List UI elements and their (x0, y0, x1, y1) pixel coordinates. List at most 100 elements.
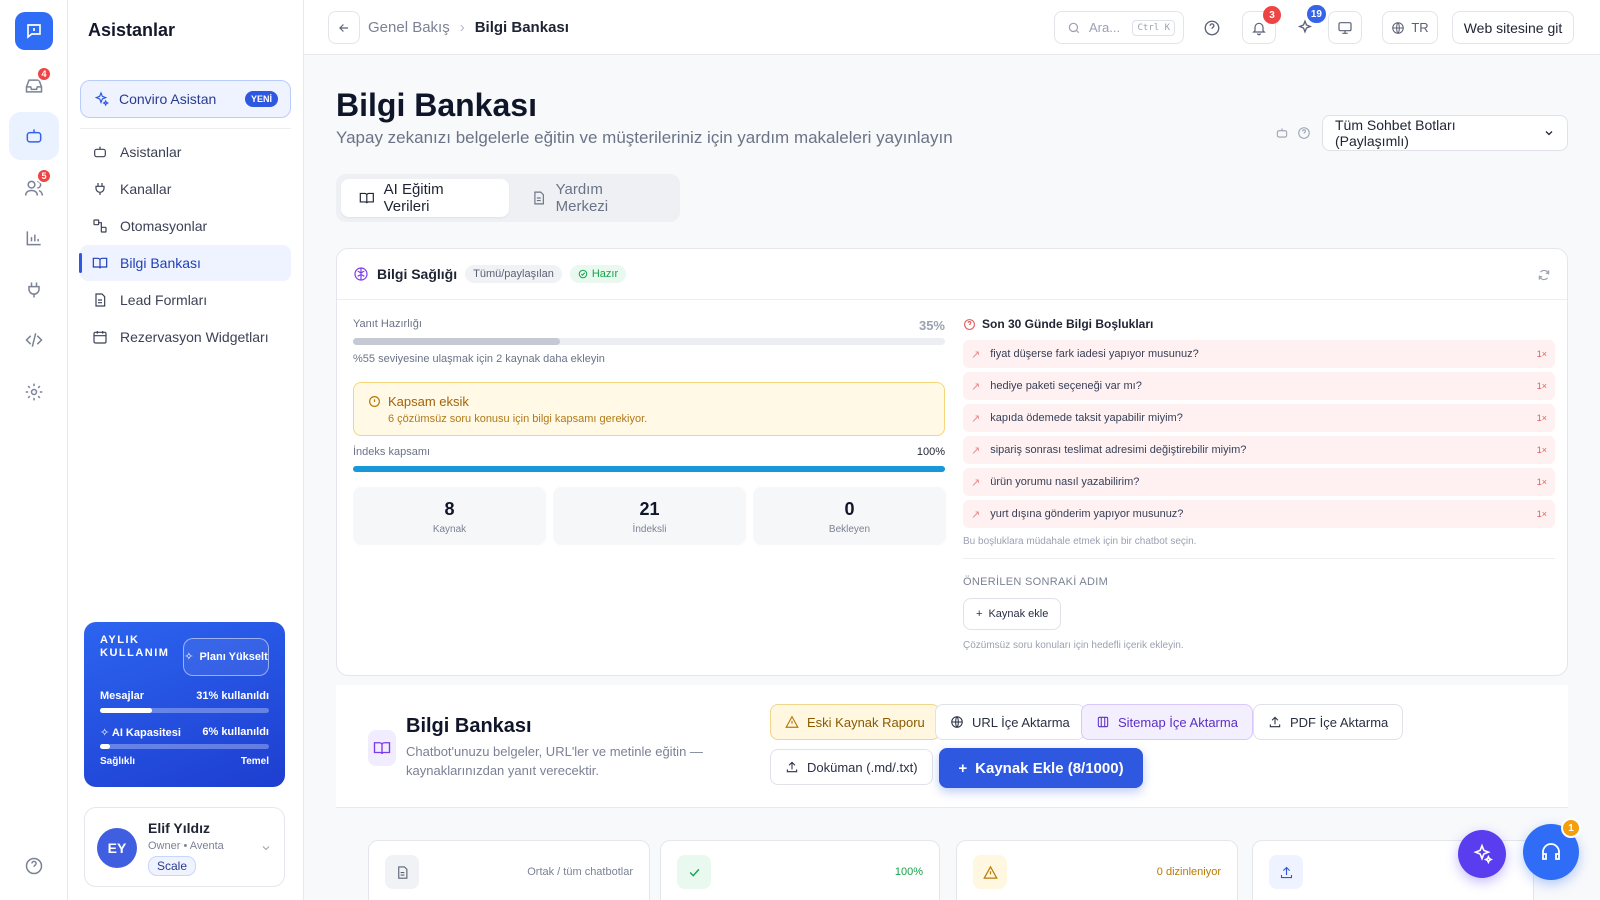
rail-contacts[interactable]: 5 (14, 168, 54, 208)
preview-button[interactable] (1328, 11, 1362, 44)
messages-label: Mesajlar (100, 690, 145, 702)
rail-assistants[interactable] (9, 112, 59, 160)
messages-progress (100, 708, 269, 713)
add-source-label: Kaynak ekle (988, 608, 1049, 620)
sitemap-import-button[interactable]: Sitemap İçe Aktarma (1081, 704, 1253, 740)
sidebar-item-assistants[interactable]: Asistanlar (80, 134, 291, 170)
tab-label: AI Eğitim Verileri (383, 181, 444, 215)
app-logo[interactable] (15, 12, 53, 50)
contacts-badge: 5 (36, 168, 52, 184)
rail-analytics[interactable] (14, 218, 54, 258)
index-label: İndeks kapsamı (353, 446, 431, 458)
gap-item[interactable]: ↗ ürün yorumu nasıl yazabilirim? 1× (963, 468, 1555, 496)
search-placeholder: Ara... (1089, 20, 1121, 35)
ai-assistant-fab[interactable] (1458, 830, 1506, 878)
health-label: Sağlıklı (100, 756, 136, 767)
upload-icon (1280, 866, 1292, 878)
stat-value: 8 (444, 499, 455, 519)
icon-rail: 4 5 (0, 0, 68, 900)
page-subtitle: Yapay zekanızı belgelerle eğitin ve müşt… (336, 128, 953, 147)
gap-item[interactable]: ↗ yurt dışına gönderim yapıyor musunuz? 1× (963, 500, 1555, 528)
help-circle-icon (964, 318, 975, 330)
health-card-header: Bilgi Sağlığı Tümü/paylaşılan Hazır (337, 249, 1567, 300)
chatbot-select[interactable]: Tüm Sohbet Botları (Paylaşımlı) (1322, 115, 1568, 151)
kb-title: Bilgi Bankası (406, 715, 532, 737)
button-label: Doküman (.md/.txt) (807, 759, 918, 775)
user-profile-card[interactable]: EY Elif Yıldız Owner • Aventa Scale (84, 807, 285, 887)
trend-up-icon: ↗ (971, 476, 981, 489)
kb-icon-box (368, 730, 396, 766)
help-button[interactable] (1196, 11, 1228, 44)
stat-label: İndeksli (632, 524, 667, 535)
upload-icon (786, 761, 798, 773)
sidebar-item-lead-forms[interactable]: Lead Formları (80, 282, 291, 318)
pdf-import-button[interactable]: PDF İçe Aktarma (1253, 704, 1404, 740)
sidebar-item-automations[interactable]: Otomasyonlar (80, 208, 291, 244)
gap-item[interactable]: ↗ hediye paketi seçeneği var mı? 1× (963, 372, 1555, 400)
rail-help[interactable] (14, 846, 54, 886)
stat-label: Kaynak (432, 524, 467, 535)
warning-triangle-icon (982, 865, 998, 879)
rail-inbox[interactable]: 4 (14, 66, 54, 106)
readiness-progress-fill (353, 338, 561, 345)
sidebar-item-booking-widgets[interactable]: Rezervasyon Widgetları (80, 319, 291, 355)
upgrade-plan-button[interactable]: ✧ Planı Yükselt (183, 638, 269, 676)
arrow-left-icon (339, 23, 349, 32)
check-icon (689, 868, 699, 877)
breadcrumb-current: Bilgi Bankası (474, 19, 569, 36)
sparkles-icon (94, 91, 109, 107)
rail-integrations[interactable] (14, 270, 54, 310)
sparkle-icon: ✧ (184, 650, 194, 663)
brain-icon (354, 267, 368, 281)
back-button[interactable] (328, 11, 360, 44)
button-label: URL İçe Aktarma (972, 714, 1070, 730)
conviro-assistant-button[interactable]: Conviro Asistan YENİ (80, 80, 291, 118)
messages-progress-fill (100, 708, 153, 713)
button-label: PDF İçe Aktarma (1290, 714, 1389, 730)
gap-text: fiyat düşerse fark iadesi yapıyor musunu… (990, 348, 1199, 360)
add-source-primary-button[interactable]: + Kaynak Ekle (8/1000) (939, 748, 1143, 788)
rail-settings[interactable] (14, 372, 54, 412)
gap-item[interactable]: ↗ sipariş sonrası teslimat adresimi değiş… (963, 436, 1555, 464)
warning-text: 6 çözümsüz soru konusu için bilgi kapsam… (388, 413, 648, 425)
rail-developer[interactable] (14, 320, 54, 360)
gaps-hint: Bu boşluklara müdahale etmek için bir ch… (963, 536, 1197, 547)
ai-progress-fill (100, 744, 111, 749)
tab-ai-training[interactable]: AI Eğitim Verileri (341, 179, 509, 217)
readiness-progress (353, 338, 945, 345)
gap-item[interactable]: ↗ fiyat düşerse fark iadesi yapıyor musun… (963, 340, 1555, 368)
website-button[interactable]: Web sitesine git (1452, 11, 1574, 44)
document-upload-button[interactable]: Doküman (.md/.txt) (770, 749, 933, 785)
help-circle-icon (1298, 127, 1310, 139)
bell-icon (1252, 22, 1266, 35)
health-title: Bilgi Sağlığı (377, 266, 458, 282)
url-import-button[interactable]: URL İçe Aktarma (935, 704, 1085, 740)
sidebar-divider (80, 128, 291, 129)
support-chat-fab[interactable]: 1 (1523, 818, 1581, 880)
gap-text: sipariş sonrası teslimat adresimi değişt… (990, 444, 1247, 456)
chevron-down-icon (1545, 131, 1553, 136)
breadcrumb-parent[interactable]: Genel Bakış (368, 19, 450, 36)
knowledge-base-section: Bilgi Bankası Chatbot'unuzu belgeler, UR… (336, 685, 1568, 808)
scope-pill: Tümü/paylaşılan (465, 265, 562, 283)
sidebar-item-knowledge-base[interactable]: Bilgi Bankası (79, 245, 291, 281)
help-circle-icon (25, 857, 43, 875)
add-source-button[interactable]: + Kaynak ekle (963, 598, 1062, 630)
page-title: Bilgi Bankası (336, 87, 537, 123)
search-input[interactable]: Ara... Ctrl K (1054, 11, 1184, 44)
sidebar-item-channels[interactable]: Kanallar (80, 171, 291, 207)
language-button[interactable]: TR (1382, 11, 1438, 44)
notifications-button[interactable]: 3 (1242, 6, 1281, 44)
tab-help-center[interactable]: Yardım Merkezi (513, 179, 675, 217)
gap-item[interactable]: ↗ kapıda ödemede taksit yapabilir miyim? 1… (963, 404, 1555, 432)
chatbot-select-value: Tüm Sohbet Botları (Paylaşımlı) (1335, 117, 1456, 149)
book-icon (92, 257, 108, 269)
ai-value: 6% kullanıldı (202, 726, 269, 738)
gap-count: 1× (1536, 381, 1547, 391)
old-source-report-button[interactable]: Eski Kaynak Raporu (770, 704, 940, 740)
bot-icon (26, 129, 42, 143)
ai-activity-button[interactable]: 19 (1290, 5, 1326, 44)
headset-icon (1542, 843, 1560, 860)
index-value: 100% (916, 446, 945, 458)
inbox-badge: 4 (36, 66, 52, 82)
